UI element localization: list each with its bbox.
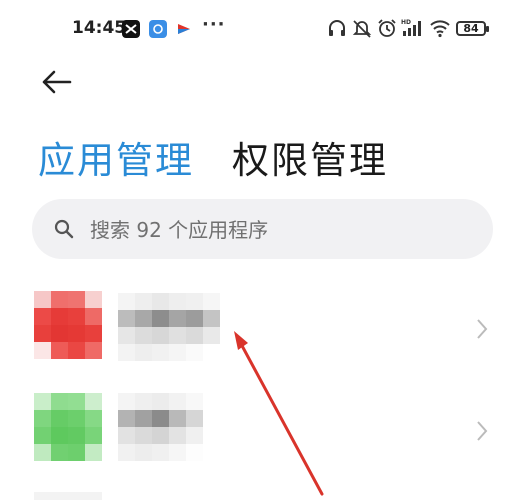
annotation-arrow (234, 331, 324, 496)
